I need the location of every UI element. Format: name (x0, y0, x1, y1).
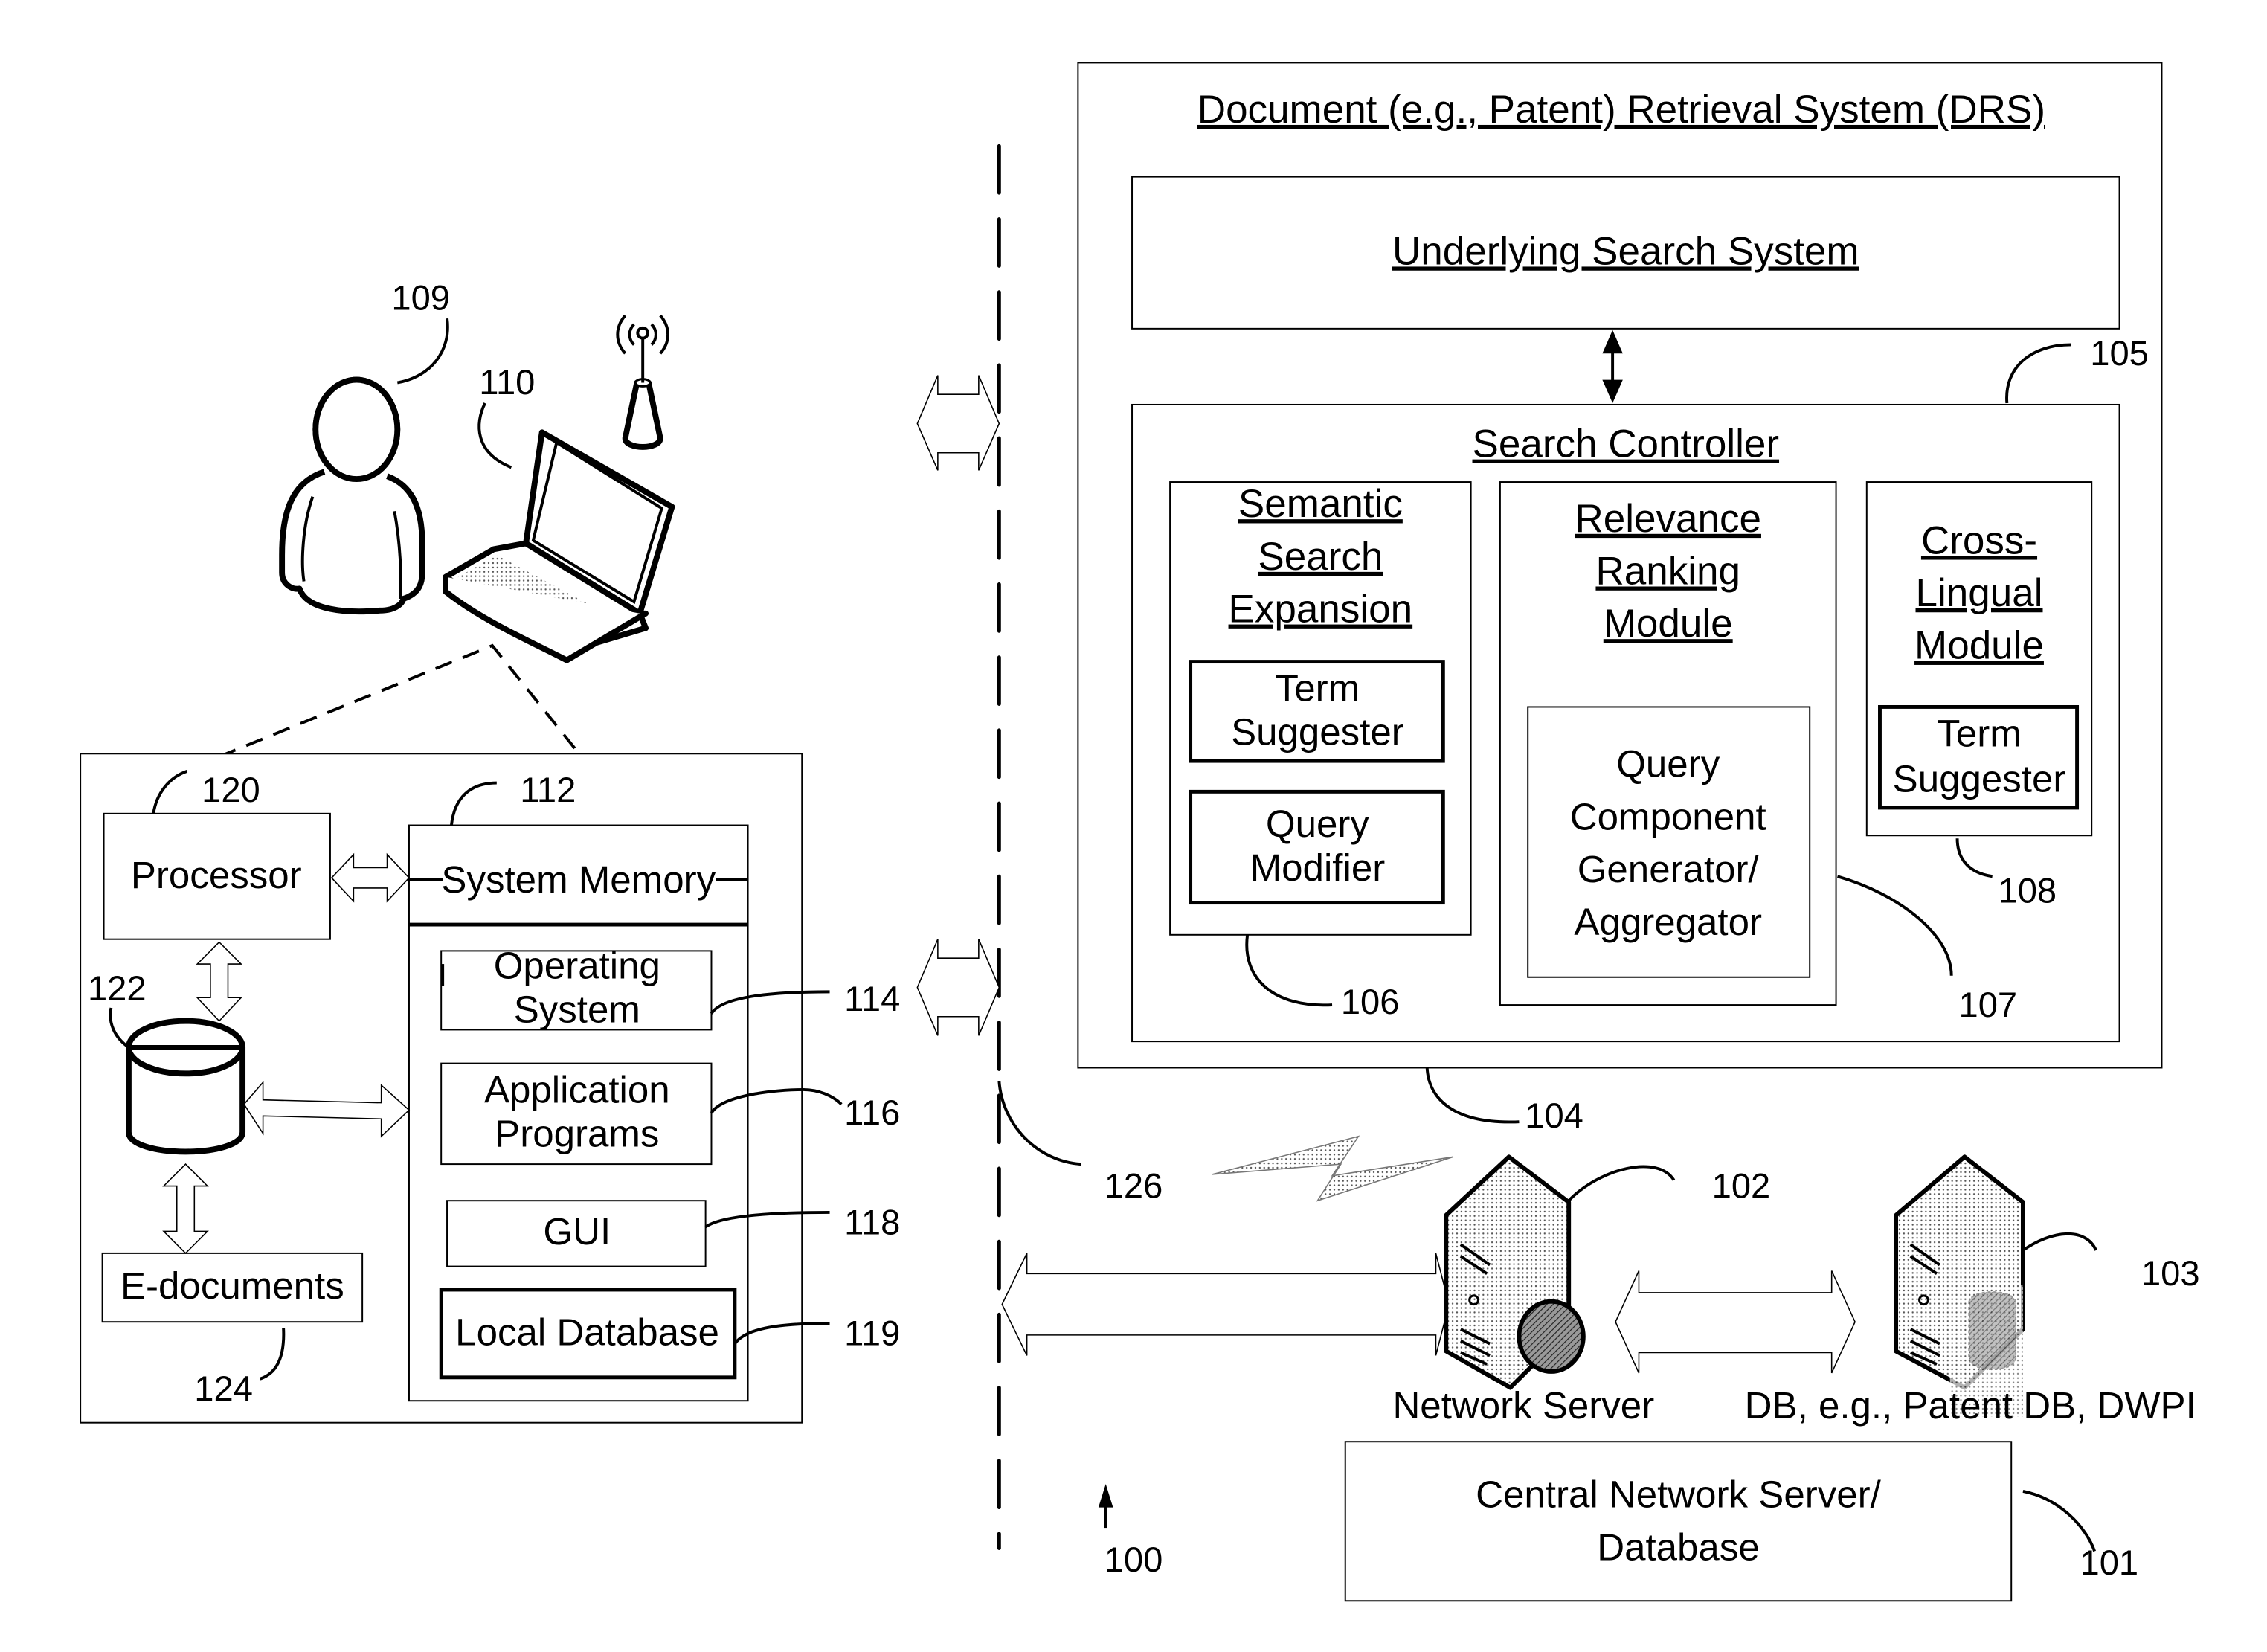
storage-cylinder-icon (126, 1018, 246, 1155)
ref-107: 107 (1959, 985, 2018, 1024)
leader-103 (2022, 1232, 2097, 1252)
system-memory-label: System Memory (441, 858, 716, 901)
central-server-box (1344, 1441, 2013, 1602)
ref-103: 103 (2141, 1253, 2200, 1293)
ref-122: 122 (88, 968, 147, 1008)
os-line-1: Operating (494, 945, 660, 987)
double-arrow-icon (916, 939, 1000, 1036)
cross-lingual-title-line-3: Module (1914, 624, 2044, 668)
os-line-2: System (514, 989, 640, 1031)
e-documents-label: E-documents (120, 1264, 344, 1307)
semantic-title-line-1: Semantic (1238, 482, 1403, 526)
figure-ref-arrow-icon (1098, 1484, 1113, 1529)
ref-110: 110 (479, 362, 535, 402)
server-db-arrow-icon (1615, 1270, 1856, 1374)
central-server-line-1: Central Network Server/ (1476, 1473, 1881, 1516)
ref-106: 106 (1341, 982, 1400, 1021)
term-suggester-line-2: Suggester (1231, 711, 1404, 753)
ref-101: 101 (2080, 1543, 2139, 1582)
search-controller-title: Search Controller (1473, 422, 1780, 466)
ref-124: 124 (194, 1369, 253, 1408)
leader-102 (1567, 1165, 1676, 1202)
cl-term-suggester-line-2: Suggester (1893, 757, 2066, 800)
ref-120: 120 (202, 770, 260, 809)
gui-label: GUI (543, 1210, 611, 1253)
semantic-title-line-2: Search (1258, 535, 1383, 579)
drs-system: Document (e.g., Patent) Retrieval System… (1077, 62, 2163, 1135)
client-server-arrow-icon (1001, 1253, 1450, 1356)
semantic-title-line-3: Expansion (1229, 588, 1413, 631)
central-server-line-2: Database (1597, 1526, 1760, 1568)
double-arrow-icon (916, 375, 1000, 471)
db-server-label: DB, e.g., Patent DB, DWPI (1745, 1384, 2196, 1427)
query-modifier-line-2: Modifier (1250, 846, 1386, 889)
leader-109 (396, 318, 449, 385)
ref-126: 126 (1104, 1166, 1163, 1205)
drs-title: Document (e.g., Patent) Retrieval System… (1197, 88, 2045, 132)
apps-line-2: Programs (495, 1113, 659, 1155)
qcg-line-3: Generator/ (1578, 848, 1760, 890)
db-server-icon (1894, 1154, 2025, 1417)
ref-105: 105 (2090, 333, 2149, 373)
wireless-antenna-icon (616, 314, 670, 450)
apps-line-1: Application (484, 1069, 670, 1111)
ref-104: 104 (1525, 1096, 1583, 1135)
leader-110 (477, 402, 512, 469)
ref-108: 108 (1999, 871, 2057, 910)
local-database-label: Local Database (455, 1311, 719, 1354)
ref-119: 119 (844, 1314, 900, 1353)
ref-100: 100 (1104, 1540, 1163, 1579)
network-server-label: Network Server (1392, 1384, 1654, 1427)
processor-label: Processor (131, 854, 302, 896)
laptop-icon (443, 429, 675, 663)
leader-126 (997, 1081, 1081, 1166)
wireless-link-icon (1212, 1135, 1454, 1202)
cl-term-suggester-line-1: Term (1937, 712, 2021, 754)
underlying-search-label: Underlying Search System (1392, 229, 1859, 273)
ref-112: 112 (520, 770, 576, 809)
qcg-line-2: Component (1570, 795, 1766, 838)
ref-116: 116 (844, 1093, 900, 1132)
relevance-title-line-1: Relevance (1575, 497, 1761, 541)
cross-lingual-title-line-2: Lingual (1916, 571, 2043, 615)
patent-figure: Document (e.g., Patent) Retrieval System… (80, 62, 2200, 1602)
network-server-icon (1444, 1154, 1586, 1390)
qcg-line-4: Aggregator (1574, 901, 1762, 943)
leader-104 (1425, 1067, 1520, 1124)
client-computer: Processor 120 System Memory 112 Operatin… (80, 753, 900, 1424)
cross-lingual-title-line-1: Cross- (1921, 518, 2037, 562)
ref-102: 102 (1712, 1166, 1771, 1205)
relevance-title-line-3: Module (1604, 602, 1733, 646)
qcg-line-1: Query (1616, 743, 1720, 785)
ref-109: 109 (391, 277, 450, 317)
user-icon (279, 376, 425, 615)
ref-114: 114 (844, 979, 900, 1018)
query-modifier-line-1: Query (1266, 803, 1369, 845)
laptop-to-client-dashed-line (218, 643, 583, 759)
ref-118: 118 (844, 1202, 900, 1241)
term-suggester-line-1: Term (1276, 667, 1360, 710)
relevance-title-line-2: Ranking (1595, 549, 1740, 593)
